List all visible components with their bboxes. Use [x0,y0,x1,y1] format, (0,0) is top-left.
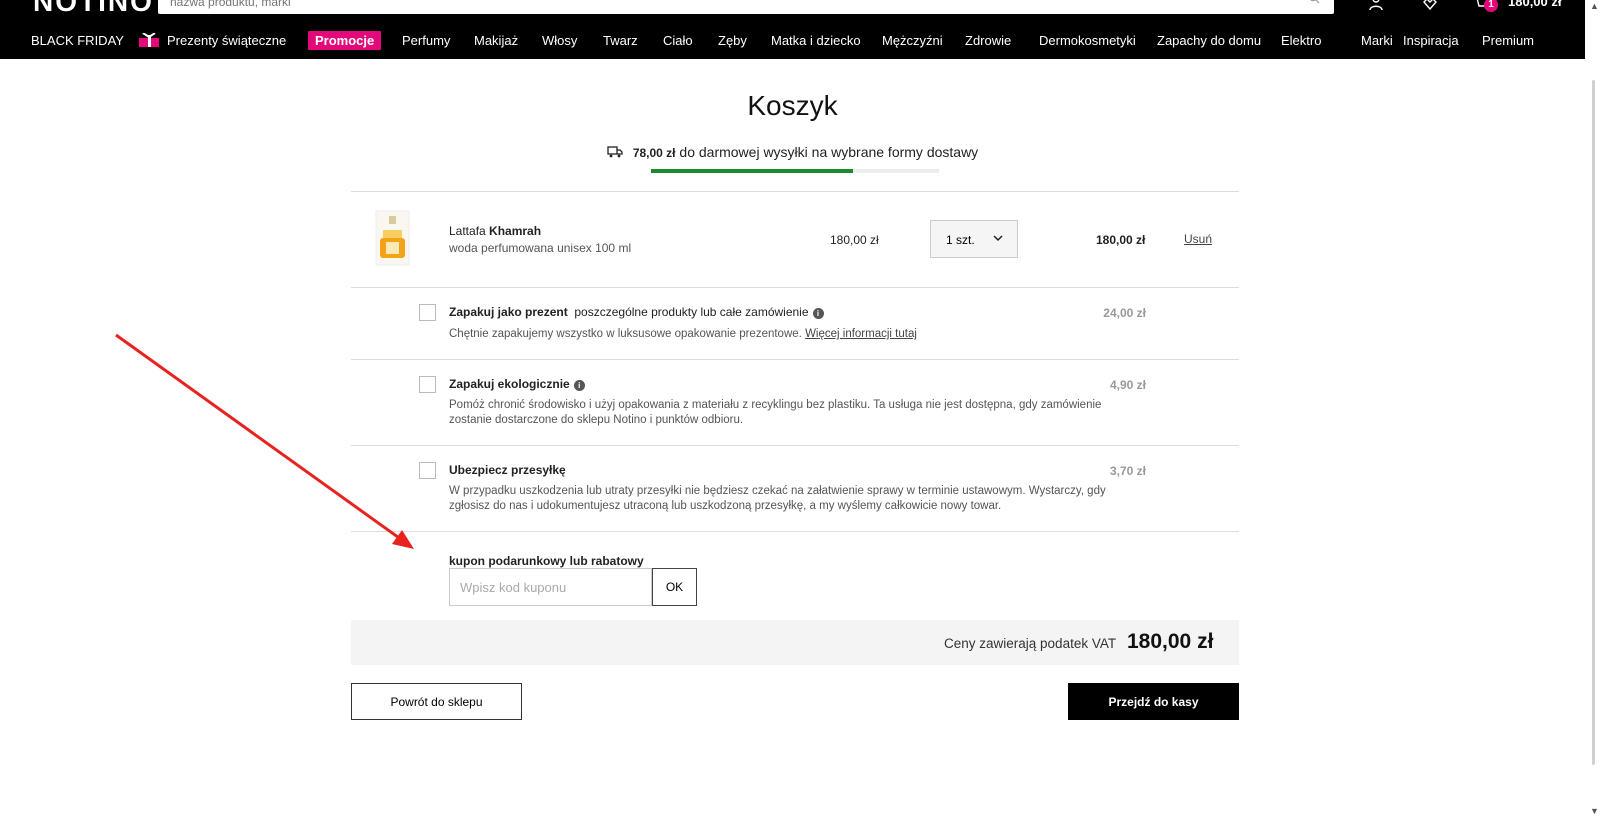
insure-shipment-label: Ubezpiecz przesyłkę [449,463,566,477]
checkout-button[interactable]: Przejdź do kasy [1068,683,1239,720]
eco-wrap-checkbox[interactable] [419,376,436,393]
shipping-text: do darmowej wysyłki na wybrane formy dos… [679,144,979,160]
divider [351,287,1239,288]
nav-zdrowie[interactable]: Zdrowie [965,33,1011,48]
gift-wrap-description: Chętnie zapakujemy wszystko w luksusowe … [449,327,1139,342]
gift-icon [139,33,159,47]
info-icon[interactable]: i [573,380,585,391]
eco-wrap-label: Zapakuj ekologicznie [449,377,570,391]
coupon-ok-button[interactable]: OK [652,568,697,606]
nav-perfumy[interactable]: Perfumy [402,33,450,48]
vat-label: Ceny zawierają podatek VAT [944,636,1117,651]
chevron-down-icon [993,235,1003,242]
gift-wrap-title: Zapakuj jako prezent poszczególne produk… [449,305,824,319]
coupon-label: kupon podarunkowy lub rabatowy [449,554,644,568]
nav-promocje[interactable]: Promocje [308,31,382,50]
main-nav: BLACK FRIDAY Prezenty świąteczne Promocj… [0,30,1585,52]
nav-zeby[interactable]: Zęby [718,33,747,48]
gift-wrap-checkbox[interactable] [419,304,436,321]
divider [351,191,1239,192]
heart-icon[interactable] [1422,0,1438,10]
page-title: Koszyk [747,90,838,121]
eco-wrap-description: Pomóż chronić środowisko i użyj opakowan… [449,399,1102,426]
product-total: 180,00 zł [1096,233,1146,247]
more-info-link[interactable]: Więcej informacji tutaj [805,328,917,340]
quantity-value: 1 szt. [946,233,975,247]
user-icon[interactable] [1368,0,1384,10]
cart-total-header[interactable]: 180,00 zł [1508,0,1562,9]
divider [351,531,1239,532]
eco-wrap-price: 4,90 zł [1109,378,1146,392]
insure-shipment-description: W przypadku uszkodzenia lub utraty przes… [449,485,1106,512]
cart-count-badge: 1 [1484,0,1498,12]
free-shipping-info: 78,00 zł do darmowej wysyłki na wybrane … [0,144,1585,160]
insure-shipment-price: 3,70 zł [1109,464,1146,478]
eco-wrap-title: Zapakuj ekologicznie i [449,377,585,391]
back-to-shop-button[interactable]: Powrót do sklepu [351,683,522,720]
gift-wrap-label: Zapakuj jako prezent [449,305,568,319]
nav-cialo[interactable]: Ciało [663,33,693,48]
search-input[interactable] [170,0,1270,12]
insure-shipment-title: Ubezpiecz przesyłkę [449,463,566,477]
nav-wlosy[interactable]: Włosy [542,33,577,48]
nav-elektro[interactable]: Elektro [1281,33,1321,48]
scrollbar-thumb[interactable] [1592,80,1595,765]
divider [351,445,1239,446]
product-brand: Lattafa [449,224,486,238]
quantity-select[interactable]: 1 szt. [930,220,1018,258]
product-image[interactable] [375,210,410,266]
nav-twarz[interactable]: Twarz [603,33,638,48]
remove-link[interactable]: Usuń [1184,232,1212,246]
shipping-amount: 78,00 zł [632,146,676,160]
notino-logo[interactable]: NOTINO [33,0,154,18]
gift-wrap-subtitle: poszczególne produkty lub całe zamówieni… [574,305,809,319]
nav-marki[interactable]: Marki [1361,33,1393,48]
nav-prezenty-label: Prezenty świąteczne [167,33,287,48]
nav-prezenty[interactable]: Prezenty świąteczne [137,33,286,48]
product-title[interactable]: Lattafa Khamrah [449,224,541,238]
insure-shipment-checkbox[interactable] [419,462,436,479]
nav-dermokosmetyki[interactable]: Dermokosmetyki [1039,33,1136,48]
nav-inspiracja[interactable]: Inspiracja [1403,33,1459,48]
search-icon[interactable] [1308,0,1320,4]
nav-mezczyzni[interactable]: Mężczyźni [882,33,943,48]
product-name: Khamrah [489,224,542,238]
product-unit-price: 180,00 zł [830,233,879,247]
shipping-progress-bar [651,169,939,173]
gift-wrap-price: 24,00 zł [1103,306,1146,320]
coupon-input[interactable] [449,568,652,606]
top-header: NOTINO 1 180,00 zł BLACK FRIDAY Prezenty… [0,0,1585,59]
nav-matka-i-dziecko[interactable]: Matka i dziecko [771,33,861,48]
nav-premium[interactable]: Premium [1482,33,1534,48]
divider [351,359,1239,360]
scroll-down-icon[interactable]: ▼ [1590,806,1599,816]
grand-total: 180,00 zł [1127,630,1214,653]
gift-wrap-description-text: Chętnie zapakujemy wszystko w luksusowe … [449,328,802,340]
product-description: woda perfumowana unisex 100 ml [449,241,632,255]
info-icon[interactable]: i [812,308,824,319]
shipping-progress-fill [651,169,853,173]
nav-black-friday[interactable]: BLACK FRIDAY [31,33,124,48]
nav-makijaz[interactable]: Makijaż [474,33,518,48]
search-box[interactable] [158,0,1334,14]
scroll-up-icon[interactable]: ▲ [1590,1,1599,11]
nav-zapachy-do-domu[interactable]: Zapachy do domu [1157,33,1261,48]
truck-icon [607,146,623,158]
